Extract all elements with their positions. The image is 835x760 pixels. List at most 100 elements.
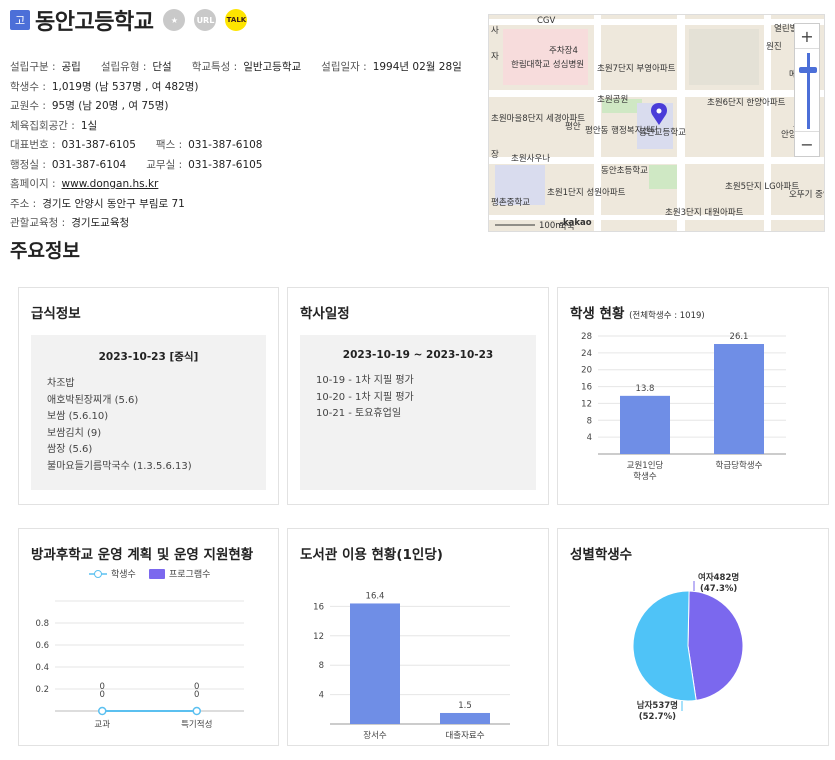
- schedule-card-title: 학사일정: [300, 306, 350, 322]
- bar-value-label: 1.5: [458, 701, 472, 711]
- info-value: 1994년 02월 28일: [372, 61, 462, 73]
- map-label: 초원3단지 대원아파트: [665, 207, 744, 218]
- meal-list: 차조밥 애호박된장찌개 (5.6) 보쌈 (5.6.10) 보쌈김치 (9) 쌈장 (5…: [47, 376, 266, 475]
- info-value: 단설: [152, 61, 172, 73]
- school-header: 고 동안고등학교 ★ URL TALK: [10, 6, 256, 35]
- y-tick-label: 0.4: [35, 663, 49, 673]
- map-label: CGV: [537, 16, 556, 26]
- library-chart-card: 도서관 이용 현황(1인당) 4 8 12 16 16.4 장서수 1.5 대출자료수: [287, 528, 549, 746]
- section-title: 주요정보: [10, 240, 80, 262]
- y-tick-label: 0.2: [35, 685, 49, 695]
- map-label: 평안: [565, 121, 581, 132]
- data-point: [192, 706, 201, 716]
- map-label: 자: [491, 52, 499, 62]
- school-name: 동안고등학교: [35, 10, 154, 35]
- gender-pie-chart: 여자482명(47.3%) 남자537명(52.7%): [632, 572, 744, 722]
- y-tick-label: 4: [587, 433, 592, 443]
- slice-percent-label: (47.3%): [700, 584, 737, 594]
- kakaotalk-icon[interactable]: TALK: [225, 9, 248, 31]
- map-zoom-control: + −: [794, 23, 820, 157]
- zoom-slider-thumb[interactable]: [799, 67, 817, 73]
- bar: [350, 603, 400, 724]
- info-row-gym: 체육집회공간 : 1실: [10, 117, 482, 137]
- homepage-link[interactable]: www.dongan.hs.kr: [62, 178, 159, 190]
- info-label: 학생수 :: [10, 80, 46, 93]
- map-canvas[interactable]: 한림대학교 성심병원 주차장4 초원7단지 부영아파트 초원공원 초원6단지 한…: [489, 15, 825, 232]
- info-label: 관할교육청 :: [10, 217, 66, 229]
- bar: [714, 344, 764, 454]
- schedule-item: 10-20 - 1차 지필 평가: [316, 391, 414, 403]
- info-label: 설립일자 :: [321, 61, 367, 73]
- library-bar-chart: 4 8 12 16 16.4 장서수 1.5 대출자료수: [313, 591, 510, 741]
- info-value: 031-387-6104: [51, 158, 127, 171]
- map-logo-text: kakao: [563, 218, 592, 228]
- students-chart-card: 학생 현황 (전체학생수 : 1019) 4 8 12 16 20 24 28 13.8 교원1…: [557, 287, 829, 505]
- y-tick-label: 20: [581, 366, 592, 376]
- legend-label: 프로그램수: [169, 568, 210, 580]
- school-level-badge: 고: [10, 10, 30, 30]
- info-row-establishment: 설립구분 : 공립 설립유형 : 단설 학교특성 : 일반고등학교 설립일자 : 199…: [10, 58, 482, 78]
- map-label: 초원7단지 부영아파트: [597, 63, 676, 74]
- url-icon[interactable]: URL: [194, 9, 217, 31]
- schedule-list: 10-19 - 1차 지필 평가 10-20 - 1차 지필 평가 10-21 - …: [316, 373, 536, 423]
- info-label: 학교특성 :: [191, 61, 238, 73]
- map-label: 동안고등학교: [639, 127, 686, 138]
- meal-card-title: 급식정보: [31, 306, 81, 322]
- info-value: 031-387-6105: [188, 158, 263, 171]
- students-chart-subtitle: (전체학생수 : 1019): [629, 311, 705, 321]
- y-tick-label: 12: [581, 399, 592, 409]
- slice-label: 남자537명: [637, 700, 678, 711]
- x-tick-label: 학생수: [633, 471, 657, 482]
- zoom-slider[interactable]: [795, 48, 819, 132]
- map-label: 초원1단지 성원아파트: [547, 187, 626, 198]
- meal-date: 2023-10-23 [중식]: [98, 351, 199, 363]
- info-label: 행정실 :: [10, 158, 46, 171]
- info-value: 1실: [80, 119, 98, 132]
- map-scale-label: 100m: [539, 221, 564, 231]
- info-label: 교무실 :: [146, 158, 183, 171]
- y-tick-label: 4: [319, 691, 324, 701]
- map-label: 초원6단지 한양아파트: [707, 97, 786, 108]
- students-chart-title: 학생 현황 (전체학생수 : 1019): [570, 306, 705, 322]
- map-label: 초원공원: [597, 95, 628, 105]
- slice-label: 여자482명: [698, 572, 739, 583]
- info-value: 일반고등학교: [243, 61, 302, 73]
- y-tick-label: 12: [313, 632, 324, 642]
- y-tick-label: 8: [319, 661, 324, 671]
- map-label: 초원사우나: [511, 154, 550, 164]
- y-tick-label: 16: [313, 602, 324, 612]
- school-info: 설립구분 : 공립 설립유형 : 단설 학교특성 : 일반고등학교 설립일자 : 199…: [10, 58, 482, 234]
- info-value: 경기도 안양시 동안구 부림로 71: [42, 197, 185, 210]
- y-tick-label: 0.8: [35, 619, 49, 629]
- map-label: 주차장4: [549, 45, 578, 56]
- info-value: 공립: [61, 61, 81, 73]
- x-tick-label: 특기적성: [181, 719, 212, 730]
- bar-value-label: 26.1: [730, 332, 749, 342]
- legend-point-marker: [94, 570, 102, 578]
- point-label: 0: [194, 690, 199, 700]
- bar: [620, 395, 670, 454]
- info-row-education-office: 관할교육청 : 경기도교육청: [10, 214, 482, 234]
- info-value: 031-387-6108: [188, 139, 263, 151]
- legend-label: 학생수: [111, 569, 136, 580]
- info-row-students: 학생수 : 1,019명 (남 537명 , 여 482명): [10, 78, 482, 98]
- bar: [440, 712, 490, 724]
- zoom-in-button[interactable]: +: [795, 24, 819, 48]
- schedule-item: 10-19 - 1차 지필 평가: [316, 375, 414, 386]
- favorite-star-icon[interactable]: ★: [163, 9, 186, 31]
- gender-chart-title: 성별학생수: [570, 547, 633, 563]
- x-tick-label: 교원1인당: [627, 460, 664, 471]
- zoom-out-button[interactable]: −: [795, 132, 819, 156]
- info-label: 설립유형 :: [100, 61, 147, 73]
- info-value: 경기도교육청: [71, 217, 130, 229]
- map-label: 장: [491, 149, 499, 160]
- y-tick-label: 8: [587, 416, 592, 426]
- info-label: 대표번호 :: [10, 139, 56, 151]
- meal-item: 불마요들기름막국수 (1.3.5.6.13): [47, 460, 192, 472]
- y-tick-label: 28: [581, 332, 592, 342]
- pie-slice: [687, 590, 744, 701]
- info-row-homepage: 홈페이지 : www.dongan.hs.kr: [10, 175, 482, 195]
- schedule-date: 2023-10-19 ~ 2023-10-23: [342, 349, 494, 361]
- school-map[interactable]: 한림대학교 성심병원 주차장4 초원7단지 부영아파트 초원공원 초원6단지 한…: [488, 14, 825, 232]
- map-label: 원진: [766, 41, 782, 52]
